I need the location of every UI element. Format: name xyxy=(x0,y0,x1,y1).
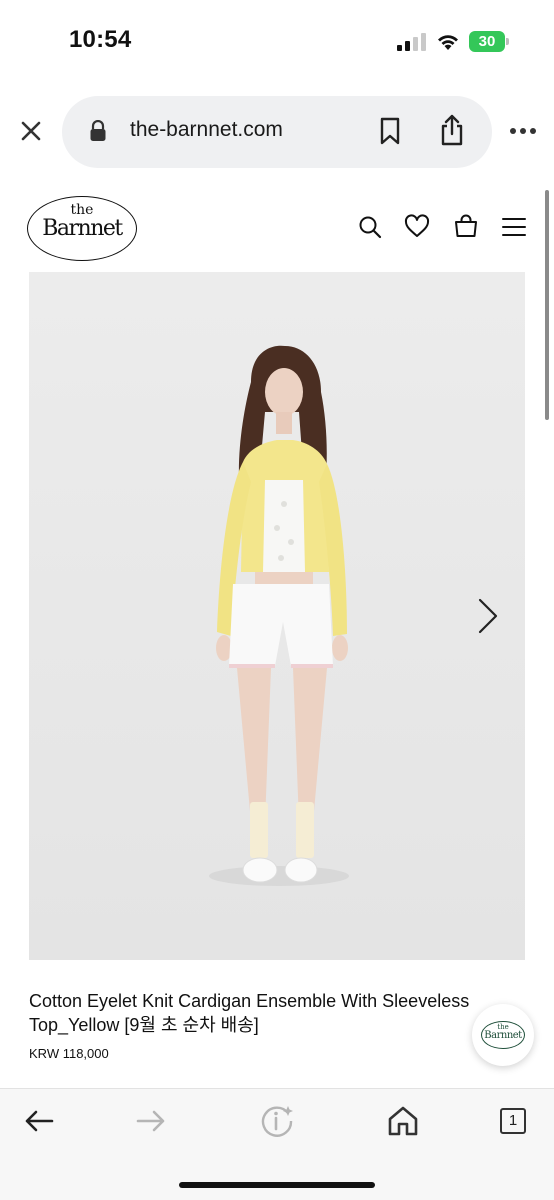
forward-arrow-icon[interactable] xyxy=(134,1104,168,1138)
more-icon[interactable] xyxy=(509,124,537,138)
battery-icon: 30 xyxy=(469,31,509,52)
next-image-arrow-icon[interactable] xyxy=(472,596,502,636)
tabs-icon[interactable]: 1 xyxy=(500,1108,526,1134)
product-title[interactable]: Cotton Eyelet Knit Cardigan Ensemble Wit… xyxy=(29,989,529,1037)
wifi-icon xyxy=(438,35,458,50)
shopping-bag-icon[interactable] xyxy=(453,214,479,240)
back-arrow-icon[interactable] xyxy=(22,1104,56,1138)
cellular-signal-icon xyxy=(397,33,426,51)
home-icon[interactable] xyxy=(386,1104,420,1138)
bookmark-icon[interactable] xyxy=(378,117,402,145)
menu-icon[interactable] xyxy=(501,214,527,240)
product-price: KRW 118,000 xyxy=(29,1046,109,1061)
logo-name: Barnnet xyxy=(42,216,123,241)
home-indicator[interactable] xyxy=(179,1182,375,1188)
url-text[interactable]: the-barnnet.com xyxy=(130,118,283,142)
scrollbar[interactable] xyxy=(545,190,549,420)
close-icon[interactable] xyxy=(18,118,44,144)
battery-level: 30 xyxy=(478,33,496,50)
site-logo[interactable]: the Barnnet xyxy=(27,196,137,261)
status-bar: 10:54 30 xyxy=(0,0,554,84)
floating-logo-name: Barnnet xyxy=(484,1030,522,1041)
product-image[interactable] xyxy=(29,272,525,960)
page-info-icon[interactable] xyxy=(261,1104,295,1138)
lock-icon xyxy=(90,120,106,141)
share-icon[interactable] xyxy=(439,114,465,146)
status-time: 10:54 xyxy=(69,26,132,53)
heart-icon[interactable] xyxy=(404,214,430,240)
search-icon[interactable] xyxy=(357,214,383,240)
product-photo xyxy=(29,272,525,960)
floating-logo-button[interactable]: the Barnnet xyxy=(472,1004,534,1066)
